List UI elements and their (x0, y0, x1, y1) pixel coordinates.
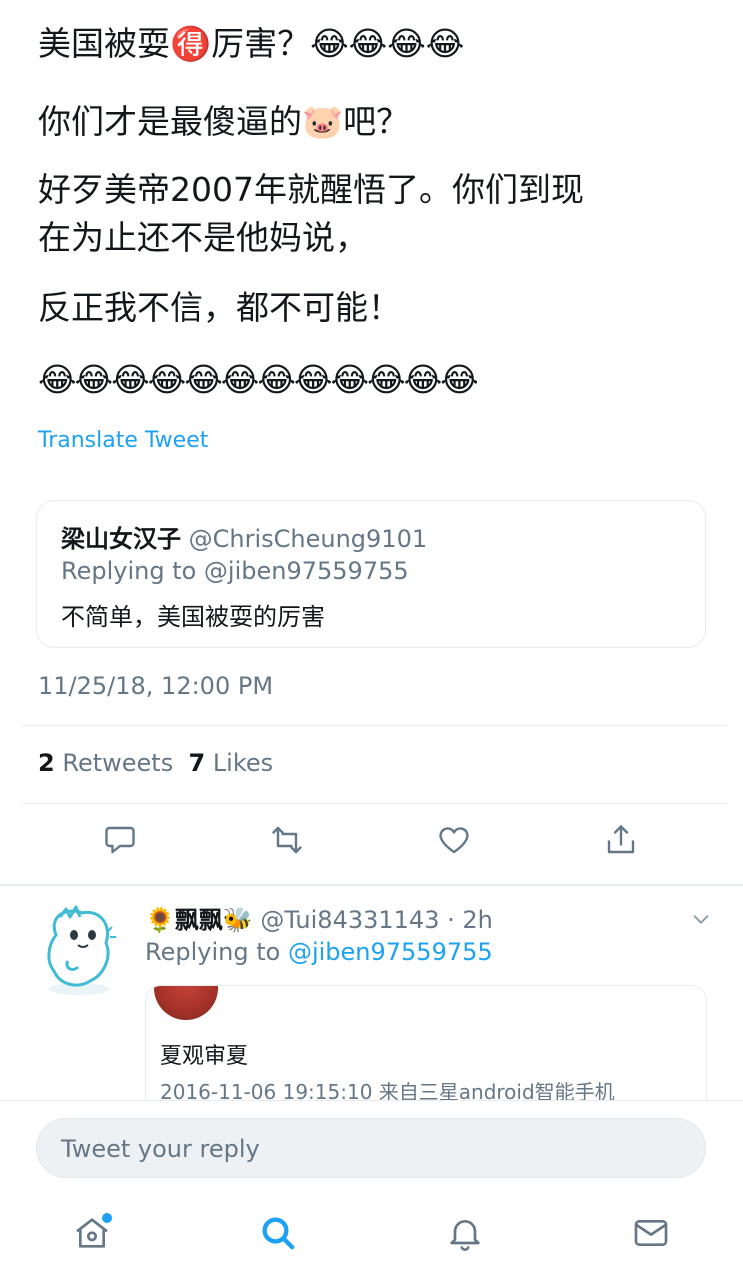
tweet-action-bar (0, 822, 743, 872)
notifications-icon[interactable] (445, 1213, 489, 1257)
tweet-line: 你们才是最傻逼的🐷吧？ (38, 102, 410, 141)
reply-handle-time: @Tui84331143 · 2h (260, 906, 493, 934)
reply-name[interactable]: 🌻飘飘🐝 (145, 906, 253, 934)
quoted-replying-to: Replying to @jiben97559755 (61, 557, 409, 585)
home-icon[interactable] (72, 1211, 116, 1257)
quoted-name: 梁山女汉子 (61, 525, 181, 553)
translate-tweet-link[interactable]: Translate Tweet (38, 428, 208, 453)
retweets-stat[interactable]: 2 Retweets (38, 749, 173, 777)
retweets-label: Retweets (62, 749, 174, 777)
home-notification-dot (100, 1211, 114, 1225)
likes-stat[interactable]: 7 Likes (188, 749, 273, 777)
emoji-row: 😂😂😂😂😂😂😂😂😂😂😂😂 (38, 360, 479, 399)
divider (22, 725, 727, 726)
bottom-nav (0, 1205, 743, 1265)
like-icon[interactable] (436, 822, 476, 866)
tweet-line: 美国被耍🉐厉害？😂😂😂😂 (38, 24, 465, 63)
card-title: 夏观审夏 (160, 1044, 249, 1069)
messages-icon[interactable] (631, 1213, 675, 1257)
tweet-line: 反正我不信，都不可能！ (38, 288, 401, 327)
reply-header: 🌻飘飘🐝 @Tui84331143 · 2h (145, 900, 493, 935)
replying-handle-link[interactable]: @jiben97559755 (288, 938, 493, 966)
likes-count: 7 (188, 749, 206, 777)
quoted-handle: @ChrisCheung9101 (188, 525, 428, 553)
tweet-stats: 2 Retweets 7 Likes (38, 749, 273, 777)
chevron-down-icon[interactable] (690, 908, 712, 930)
tweet-timestamp: 11/25/18, 12:00 PM (38, 672, 274, 700)
quoted-text: 不简单，美国被耍的厉害 (61, 603, 325, 631)
share-icon[interactable] (603, 822, 643, 866)
likes-label: Likes (212, 749, 274, 777)
retweet-icon[interactable] (269, 822, 309, 866)
quoted-tweet-card[interactable]: 梁山女汉子 @ChrisCheung9101 Replying to @jibe… (36, 500, 706, 648)
reply-icon[interactable] (102, 822, 142, 866)
quoted-header: 梁山女汉子 @ChrisCheung9101 (61, 519, 427, 554)
tweet-line: 在为止还不是他妈说， (38, 218, 368, 257)
retweets-count: 2 (38, 749, 55, 777)
tweet-body: 美国被耍🉐厉害？😂😂😂😂 你们才是最傻逼的🐷吧？ 好歹美帝2007年就醒悟了。你… (38, 20, 718, 336)
divider (22, 803, 727, 804)
card-thumbnail (154, 986, 218, 1020)
avatar[interactable] (38, 905, 120, 997)
section-divider (0, 884, 743, 886)
reply-input[interactable]: Tweet your reply (36, 1118, 706, 1178)
replying-prefix: Replying to (145, 938, 281, 966)
search-icon[interactable] (258, 1213, 302, 1257)
tweet-line: 好歹美帝2007年就醒悟了。你们到现 (38, 170, 584, 209)
reply-replying-to: Replying to @jiben97559755 (145, 938, 493, 966)
